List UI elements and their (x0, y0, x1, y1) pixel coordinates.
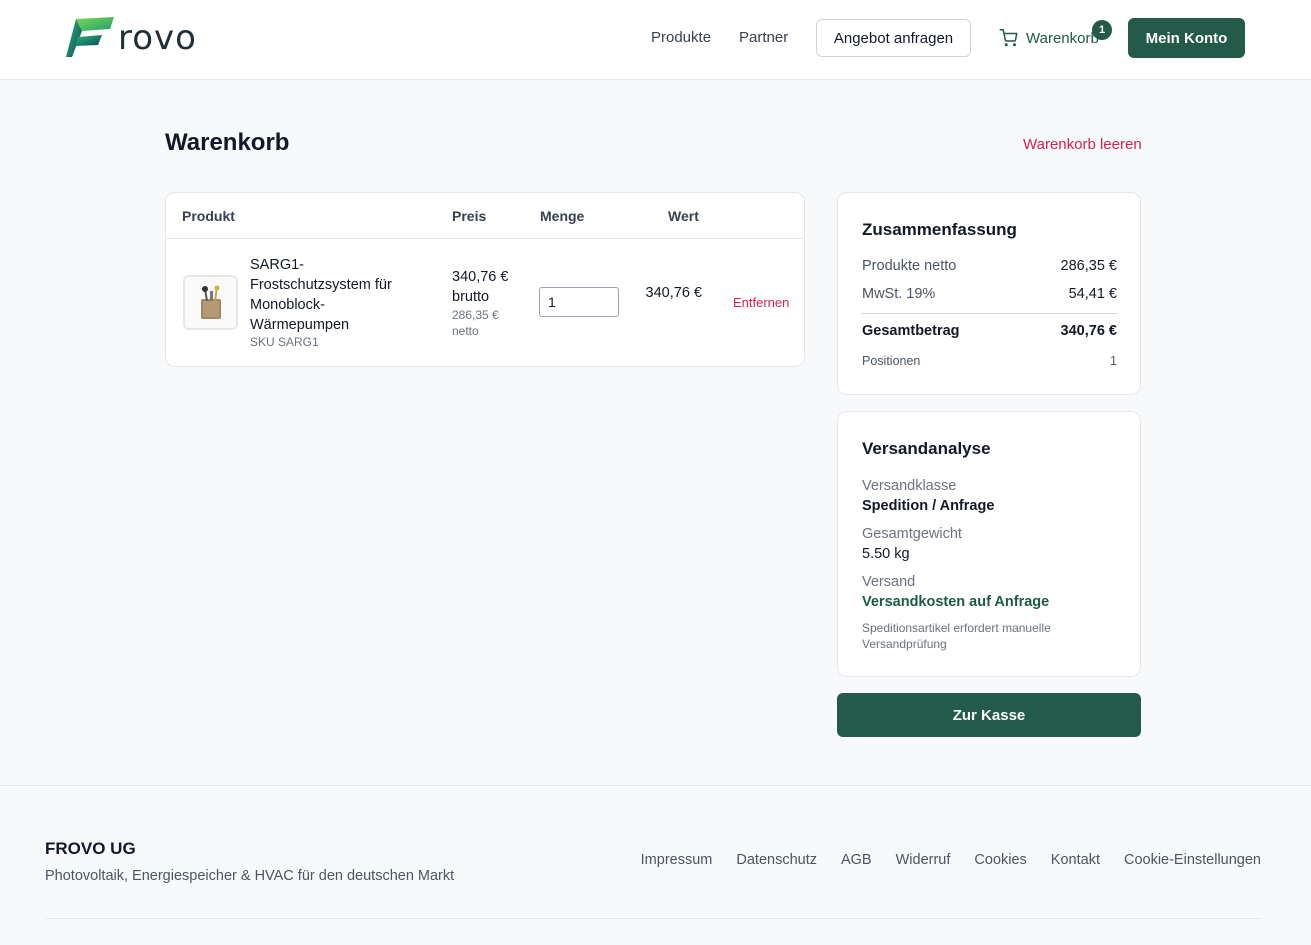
page-title: Warenkorb (165, 129, 290, 156)
product-thumbnail[interactable] (183, 275, 238, 330)
footer-brand: FROVO UG (45, 839, 136, 858)
account-button[interactable]: Mein Konto (1128, 18, 1245, 58)
net-label: Produkte netto (862, 258, 957, 274)
table-header: Produkt Preis Menge Wert (166, 193, 804, 239)
column-header-value: Wert (668, 208, 699, 224)
cart-table: Produkt Preis Menge Wert SARG1-Frostschu… (165, 192, 805, 367)
price-brutto: 340,76 € brutto (452, 269, 509, 305)
product-name[interactable]: SARG1-Frostschutzsystem für Monoblock-Wä… (250, 255, 420, 335)
price-netto: 286,35 € netto (452, 308, 499, 338)
summary-row-total: Gesamtbetrag 340,76 € (862, 323, 1117, 339)
summary-row-positions: Positionen 1 (862, 354, 1117, 368)
cart-link[interactable]: Warenkorb (999, 28, 1099, 48)
line-value: 340,76 € (645, 285, 702, 301)
footer-link-impressum[interactable]: Impressum (641, 852, 713, 868)
summary-title: Zusammenfassung (862, 220, 1017, 239)
frovo-logo[interactable]: rovo (66, 15, 208, 61)
frovo-logo-icon (66, 17, 114, 57)
nav-partner[interactable]: Partner (739, 28, 788, 48)
shipping-title: Versandanalyse (862, 439, 991, 458)
column-header-product: Produkt (182, 208, 235, 224)
site-header: rovo Produkte Partner Angebot anfragen W… (0, 0, 1311, 80)
shipping-label: Versand (862, 574, 916, 590)
footer-link-cookie-settings[interactable]: Cookie-Einstellungen (1124, 852, 1261, 868)
footer-link-cookies[interactable]: Cookies (974, 852, 1026, 868)
nav-produkte[interactable]: Produkte (651, 28, 711, 48)
summary-row-net: Produkte netto 286,35 € (862, 258, 1117, 274)
clear-cart-link[interactable]: Warenkorb leeren (1023, 136, 1142, 153)
cart-icon (999, 29, 1018, 47)
quantity-input[interactable] (539, 287, 619, 317)
footer-link-agb[interactable]: AGB (841, 852, 872, 868)
vat-value: 54,41 € (1068, 286, 1117, 302)
cart-count-badge: 1 (1092, 20, 1112, 40)
net-value: 286,35 € (1060, 258, 1117, 274)
summary-card: Zusammenfassung Produkte netto 286,35 € … (837, 192, 1141, 395)
shipping-class-value: Spedition / Anfrage (862, 498, 995, 514)
weight-value: 5.50 kg (862, 546, 910, 562)
cart-label: Warenkorb (1026, 29, 1099, 47)
column-header-quantity: Menge (540, 208, 585, 224)
summary-row-vat: MwSt. 19% 54,41 € (862, 286, 1117, 302)
shipping-value: Versandkosten auf Anfrage (862, 594, 1050, 610)
checkout-button[interactable]: Zur Kasse (837, 693, 1141, 737)
footer-link-datenschutz[interactable]: Datenschutz (736, 852, 817, 868)
weight-label: Gesamtgewicht (862, 526, 962, 542)
positions-label: Positionen (862, 354, 921, 368)
positions-value: 1 (1110, 354, 1117, 368)
site-footer: FROVO UG Photovoltaik, Energiespeicher &… (0, 785, 1311, 945)
total-value: 340,76 € (1060, 323, 1117, 339)
footer-divider (45, 918, 1261, 919)
shipping-note: Speditionsartikel erfordert manuelle Ver… (862, 621, 1051, 651)
shipping-class-label: Versandklasse (862, 478, 957, 494)
vat-label: MwSt. 19% (862, 286, 936, 302)
footer-link-widerruf[interactable]: Widerruf (896, 852, 951, 868)
summary-divider (862, 313, 1117, 314)
shipping-analysis-card: Versandanalyse Versandklasse Spedition /… (837, 411, 1141, 677)
total-label: Gesamtbetrag (862, 323, 960, 339)
column-header-price: Preis (452, 208, 487, 224)
remove-item-link[interactable]: Entfernen (733, 295, 789, 310)
logo-wordmark: rovo (118, 18, 197, 58)
footer-link-kontakt[interactable]: Kontakt (1051, 852, 1100, 868)
footer-links: Impressum Datenschutz AGB Widerruf Cooki… (641, 852, 1261, 868)
quote-request-button[interactable]: Angebot anfragen (816, 19, 971, 57)
footer-tagline: Photovoltaik, Energiespeicher & HVAC für… (45, 868, 455, 884)
product-sku: SKU SARG1 (250, 335, 319, 349)
product-image-icon (200, 285, 221, 319)
